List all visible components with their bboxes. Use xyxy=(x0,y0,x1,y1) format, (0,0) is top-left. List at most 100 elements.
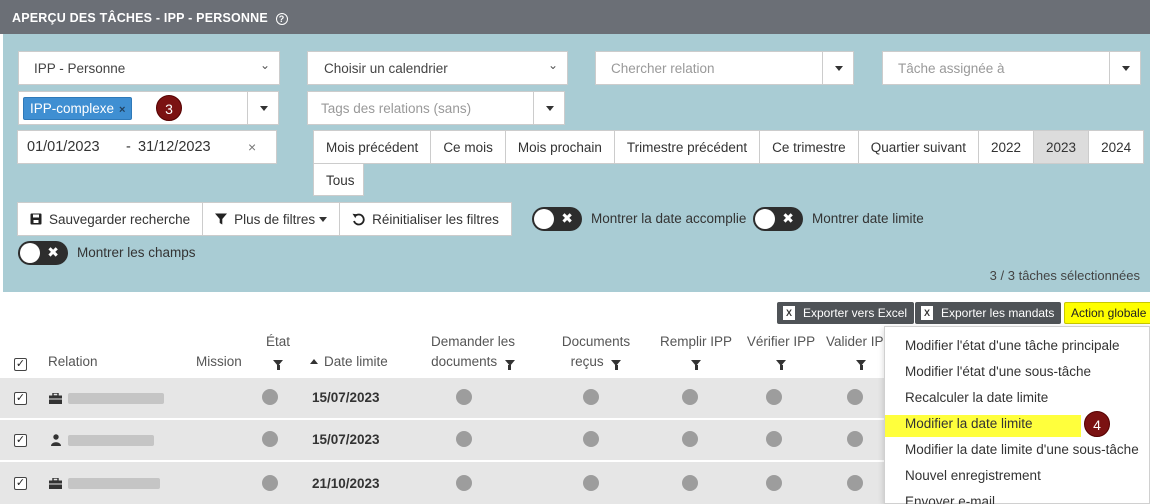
date-range-input[interactable]: 01/01/2023 - 31/12/2023 × xyxy=(17,130,277,164)
col-valider-label: Valider IP xyxy=(826,334,884,349)
status-dot[interactable] xyxy=(682,475,698,491)
menu-item-modify-main-task-state[interactable]: Modifier l'état d'une tâche principale xyxy=(905,338,1120,353)
date-from: 01/01/2023 xyxy=(27,139,100,155)
type-select[interactable]: IPP - Personne ⌄ xyxy=(18,51,280,85)
relation-search-combobox[interactable]: Chercher relation xyxy=(595,51,854,85)
table-row[interactable]: ✓ 15/07/2023 xyxy=(0,419,885,460)
row-checkbox[interactable]: ✓ xyxy=(14,434,27,447)
row-checkbox[interactable]: ✓ xyxy=(14,477,27,490)
caret-down-icon[interactable] xyxy=(1109,52,1140,84)
status-dot[interactable] xyxy=(456,475,472,491)
status-dot[interactable] xyxy=(682,389,698,405)
status-dot[interactable] xyxy=(583,389,599,405)
calendar-select[interactable]: Choisir un calendrier ⌄ xyxy=(307,51,568,85)
col-demander-line2: documents xyxy=(431,354,498,369)
period-all-button[interactable]: Tous xyxy=(313,163,364,196)
undo-icon xyxy=(352,213,365,225)
col-mission[interactable]: Mission xyxy=(196,352,242,372)
assigned-task-input[interactable]: Tâche assignée à xyxy=(898,61,1005,76)
status-dot[interactable] xyxy=(262,475,278,491)
filter-icon[interactable] xyxy=(504,360,515,370)
show-completed-date-toggle[interactable]: ✖ xyxy=(532,207,582,231)
col-verifier-ipp[interactable]: Vérifier IPP xyxy=(742,332,820,372)
period-2022-button[interactable]: 2022 xyxy=(979,131,1035,163)
status-dot[interactable] xyxy=(456,389,472,405)
status-dot[interactable] xyxy=(766,389,782,405)
status-dot[interactable] xyxy=(847,431,863,447)
caret-down-icon[interactable] xyxy=(822,52,853,84)
date-separator: - xyxy=(126,139,131,155)
relation-search-input[interactable]: Chercher relation xyxy=(611,61,715,76)
person-icon xyxy=(51,434,61,446)
table-row[interactable]: ✓ 15/07/2023 xyxy=(0,377,885,418)
tag-chip-label: IPP-complexe xyxy=(30,101,115,116)
status-dot[interactable] xyxy=(262,431,278,447)
period-2023-button[interactable]: 2023 xyxy=(1034,131,1090,163)
period-next-month-button[interactable]: Mois prochain xyxy=(506,131,615,163)
show-deadline-toggle[interactable]: ✖ xyxy=(753,207,803,231)
filter-icon[interactable] xyxy=(856,360,866,370)
col-docs-recus-line2: reçus xyxy=(570,354,604,369)
menu-item-recalculate-deadline[interactable]: Recalculer la date limite xyxy=(905,390,1048,405)
page-title: APERÇU DES TÂCHES - IPP - PERSONNE xyxy=(12,11,268,25)
menu-item-send-email[interactable]: Envoyer e-mail xyxy=(905,494,995,504)
period-next-quarter-button[interactable]: Quartier suivant xyxy=(859,131,979,163)
col-remplir-ipp[interactable]: Remplir IPP xyxy=(656,332,736,372)
filter-icon[interactable] xyxy=(273,360,283,370)
period-this-month-button[interactable]: Ce mois xyxy=(431,131,506,163)
filter-icon[interactable] xyxy=(611,360,622,370)
col-demander-documents[interactable]: Demander les documents xyxy=(420,332,526,372)
period-2024-button[interactable]: 2024 xyxy=(1089,131,1143,163)
menu-item-modify-subtask-state[interactable]: Modifier l'état d'une sous-tâche xyxy=(905,364,1091,379)
save-search-button[interactable]: Sauvegarder recherche xyxy=(18,203,204,235)
row-checkbox[interactable]: ✓ xyxy=(14,392,27,405)
status-dot[interactable] xyxy=(456,431,472,447)
assigned-task-combobox[interactable]: Tâche assignée à xyxy=(882,51,1141,85)
clear-date-icon[interactable]: × xyxy=(248,139,256,155)
status-dot[interactable] xyxy=(847,475,863,491)
tag-select[interactable]: IPP-complexe × 3 xyxy=(18,91,279,125)
filter-icon[interactable] xyxy=(776,360,786,370)
col-date-limite[interactable]: Date limite xyxy=(310,352,388,372)
col-etat[interactable]: État xyxy=(262,332,294,372)
show-fields-toggle[interactable]: ✖ xyxy=(18,241,68,265)
menu-item-modify-subtask-deadline[interactable]: Modifier la date limite d'une sous-tâche xyxy=(905,442,1139,457)
reset-filters-button[interactable]: Réinitialiser les filtres xyxy=(340,203,511,235)
status-dot[interactable] xyxy=(847,389,863,405)
more-filters-button[interactable]: Plus de filtres xyxy=(203,203,341,235)
select-all-checkbox[interactable]: ✓ xyxy=(14,358,27,371)
x-icon: ✖ xyxy=(561,210,573,226)
status-dot[interactable] xyxy=(262,389,278,405)
col-etat-label: État xyxy=(265,334,290,349)
status-dot[interactable] xyxy=(583,431,599,447)
col-relation[interactable]: Relation xyxy=(48,352,98,372)
global-action-button[interactable]: Action globale xyxy=(1064,302,1150,324)
filter-icon[interactable] xyxy=(691,360,701,370)
row-date-limite: 21/10/2023 xyxy=(312,476,380,491)
period-prev-quarter-button[interactable]: Trimestre précédent xyxy=(615,131,761,163)
export-excel-button[interactable]: X Exporter vers Excel xyxy=(777,302,915,324)
tag-remove-icon[interactable]: × xyxy=(119,104,125,116)
save-search-label: Sauvegarder recherche xyxy=(49,211,191,227)
export-mandates-button[interactable]: X Exporter les mandats xyxy=(915,302,1062,324)
period-prev-month-button[interactable]: Mois précédent xyxy=(314,131,432,163)
period-this-quarter-button[interactable]: Ce trimestre xyxy=(760,131,859,163)
menu-item-modify-deadline[interactable]: Modifier la date limite xyxy=(905,416,1033,431)
question-circle-icon[interactable]: ? xyxy=(275,13,288,25)
status-dot[interactable] xyxy=(583,475,599,491)
table-row[interactable]: ✓ 21/10/2023 xyxy=(0,461,885,504)
x-icon: ✖ xyxy=(47,244,59,260)
status-dot[interactable] xyxy=(766,431,782,447)
col-valider-ipp[interactable]: Valider IP xyxy=(826,332,886,372)
selection-count: 3 / 3 tâches sélectionnées xyxy=(989,268,1140,283)
status-dot[interactable] xyxy=(766,475,782,491)
caret-down-icon[interactable] xyxy=(247,92,278,124)
col-documents-recus[interactable]: Documents reçus xyxy=(556,332,636,372)
status-dot[interactable] xyxy=(682,431,698,447)
tags-relations-select[interactable]: Tags des relations (sans) xyxy=(307,91,565,125)
calendar-select-value: Choisir un calendrier xyxy=(324,61,448,76)
reset-filters-label: Réinitialiser les filtres xyxy=(372,211,499,227)
caret-down-icon[interactable] xyxy=(533,92,564,124)
menu-item-new-record[interactable]: Nouvel enregistrement xyxy=(905,468,1041,483)
redacted-relation-name xyxy=(68,393,164,404)
